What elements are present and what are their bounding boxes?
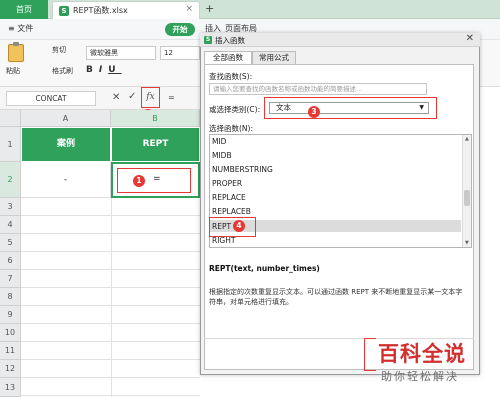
tab-file[interactable]: S REPT函数.xlsx ×	[52, 1, 200, 19]
function-list-scrollbar[interactable]: ▲ ▼	[462, 135, 471, 247]
spreadsheet-icon: S	[59, 6, 69, 16]
cell-b2-value: =	[153, 174, 161, 184]
scroll-down-icon[interactable]: ▼	[465, 240, 469, 246]
watermark-slogan: 助你轻松解决	[381, 370, 459, 383]
select-function-label: 选择函数(N):	[209, 124, 253, 133]
font-size-select[interactable]: 12	[160, 46, 200, 60]
formula-content[interactable]: =	[168, 93, 175, 102]
function-item-proper[interactable]: PROPER	[212, 179, 242, 188]
row-header-10[interactable]: 10	[0, 324, 21, 342]
insert-function-button[interactable]: fx	[141, 87, 160, 108]
grid-divider	[111, 198, 112, 397]
search-label: 查找函数(S):	[209, 72, 253, 81]
wps-spreadsheet-icon: S	[204, 36, 212, 44]
row-header-4[interactable]: 4	[0, 216, 21, 234]
row-header-8[interactable]: 8	[0, 288, 21, 306]
function-syntax: REPT(text, number_times)	[209, 264, 320, 273]
paste-icon[interactable]	[8, 42, 24, 62]
chevron-down-icon: ▼	[419, 104, 424, 111]
watermark-logo: 百科全说	[378, 342, 466, 366]
category-select[interactable]: 文本 ▼	[269, 102, 429, 114]
tab-file-label: REPT函数.xlsx	[73, 6, 128, 15]
close-icon[interactable]: ×	[185, 4, 193, 14]
cell-a2[interactable]: -	[21, 162, 111, 198]
select-all-corner[interactable]	[0, 110, 21, 127]
function-item-numberstring[interactable]: NUMBERSTRING	[212, 165, 273, 174]
function-search-input[interactable]: 请输入您要查找的函数名称或函数功能的简要描述...	[209, 83, 427, 95]
dialog-close-icon[interactable]: ✕	[466, 33, 474, 44]
row-header-13[interactable]: 13	[0, 378, 21, 397]
cancel-formula-button[interactable]: ✕	[112, 92, 120, 103]
category-label: 或选择类别(C):	[209, 105, 261, 114]
function-description: 根据指定的次数重复显示文本。可以通过函数 REPT 来不断地重复显示某一文本字符…	[209, 288, 463, 306]
format-buttons: BIU	[86, 65, 122, 75]
tab-all-functions[interactable]: 全部函数	[204, 51, 252, 64]
scroll-thumb[interactable]	[464, 190, 470, 206]
column-header-a[interactable]: A	[21, 110, 111, 127]
cut-button[interactable]: 剪切	[52, 45, 66, 55]
watermark-bracket	[364, 338, 376, 371]
paste-label[interactable]: 粘贴	[6, 66, 20, 76]
row-header-1[interactable]: 1	[0, 127, 21, 162]
underline-button[interactable]: U	[108, 65, 121, 75]
row-header-11[interactable]: 11	[0, 342, 21, 360]
row-header-6[interactable]: 6	[0, 252, 21, 270]
step-marker-3: 3	[308, 106, 320, 118]
tab-home[interactable]: 首页	[0, 0, 48, 19]
row-header-7[interactable]: 7	[0, 270, 21, 288]
italic-button[interactable]: I	[99, 65, 108, 75]
function-item-replaceb[interactable]: REPLACEB	[212, 207, 251, 216]
new-tab-button[interactable]: +	[205, 2, 214, 15]
function-item-midb[interactable]: MIDB	[212, 151, 232, 160]
row-header-5[interactable]: 5	[0, 234, 21, 252]
font-name-select[interactable]: 微软雅黑	[86, 46, 156, 60]
scroll-up-icon[interactable]: ▲	[465, 136, 469, 142]
menu-file[interactable]: ≡ 文件	[8, 23, 33, 34]
format-painter-button[interactable]: 格式刷	[52, 66, 73, 76]
row-header-3[interactable]: 3	[0, 198, 21, 216]
step-marker-1: 1	[133, 175, 145, 187]
function-item-replace[interactable]: REPLACE	[212, 193, 246, 202]
category-value: 文本	[276, 103, 291, 112]
row-header-2[interactable]: 2	[0, 162, 21, 198]
bold-button[interactable]: B	[86, 65, 99, 75]
dialog-title-bar[interactable]: S 插入函数 ✕	[200, 33, 480, 47]
tab-common-formulas[interactable]: 常用公式	[252, 51, 296, 64]
cell-a1[interactable]: 案例	[21, 127, 111, 162]
confirm-formula-button[interactable]: ✓	[128, 91, 136, 102]
row-header-12[interactable]: 12	[0, 360, 21, 378]
name-box[interactable]: CONCAT	[6, 91, 96, 106]
row-header-9[interactable]: 9	[0, 306, 21, 324]
function-item-right[interactable]: RIGHT	[212, 236, 235, 245]
function-item-mid[interactable]: MID	[212, 137, 226, 146]
menu-start-button[interactable]: 开始	[165, 23, 195, 36]
cell-b1[interactable]: REPT	[111, 127, 200, 162]
step-marker-4: 4	[233, 220, 245, 232]
dialog-title: 插入函数	[215, 36, 245, 45]
column-header-b[interactable]: B	[111, 110, 200, 127]
